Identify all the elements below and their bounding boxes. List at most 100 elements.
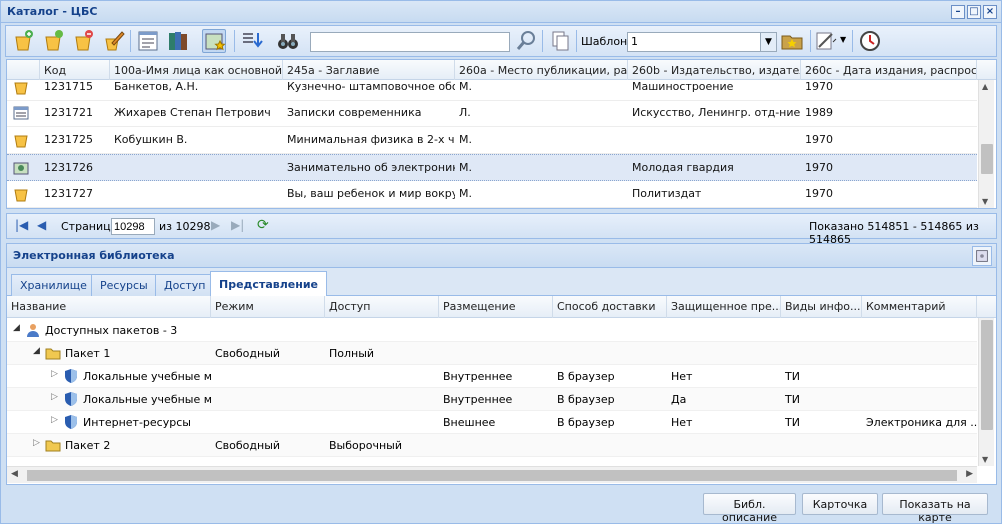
table-row-selected[interactable]: 1231726 Занимательно об электронике М. М… bbox=[7, 154, 977, 181]
ebook-button[interactable] bbox=[202, 29, 226, 53]
cup-copy-icon bbox=[45, 30, 63, 51]
close-button[interactable]: × bbox=[983, 5, 997, 19]
ebook-vertical-scrollbar[interactable]: ▼ bbox=[978, 318, 994, 466]
copy-button[interactable] bbox=[548, 29, 572, 53]
scrollbar-thumb[interactable] bbox=[27, 470, 957, 481]
scroll-up-icon[interactable]: ▲ bbox=[982, 82, 988, 91]
expanded-arrow-icon[interactable]: ◢ bbox=[13, 323, 20, 333]
tree-row-package[interactable]: ◢ Пакет 1 Свободный Полный bbox=[7, 342, 977, 365]
binoculars-icon bbox=[278, 34, 298, 49]
magnifier-icon bbox=[516, 31, 535, 50]
export-button[interactable] bbox=[240, 29, 264, 53]
cell-title: Занимательно об электронике bbox=[287, 161, 455, 174]
card-button[interactable]: Карточка bbox=[802, 493, 878, 515]
column-header-comment[interactable]: Комментарий bbox=[862, 296, 977, 318]
tab-storage[interactable]: Хранилище bbox=[11, 274, 96, 296]
search-button[interactable] bbox=[514, 29, 538, 53]
expanded-arrow-icon[interactable]: ◢ bbox=[33, 346, 40, 356]
scrollbar-thumb[interactable] bbox=[981, 144, 993, 174]
template-save-button[interactable] bbox=[780, 29, 804, 53]
tree-cell-name: Локальные учебные мате bbox=[83, 393, 211, 406]
show-on-map-button[interactable]: Показать на карте bbox=[882, 493, 988, 524]
column-header-placement[interactable]: Размещение bbox=[439, 296, 553, 318]
template-select[interactable]: 1 ▼ bbox=[627, 32, 777, 52]
record-list-button[interactable] bbox=[136, 29, 160, 53]
collapsed-arrow-icon[interactable]: ▷ bbox=[33, 438, 40, 448]
collapsed-arrow-icon[interactable]: ▷ bbox=[51, 369, 58, 379]
ebook-star-icon bbox=[205, 33, 226, 51]
cell-code: 1231727 bbox=[44, 187, 93, 200]
cup-icon bbox=[14, 135, 28, 148]
refresh-icon[interactable]: ⟳ bbox=[257, 217, 269, 233]
tree-cell-name: Интернет-ресурсы bbox=[83, 416, 191, 429]
tree-row-resource[interactable]: ▷ Локальные учебные мате Внутреннее В бр… bbox=[7, 365, 977, 388]
column-header-name[interactable]: Название bbox=[7, 296, 211, 318]
copy-record-button[interactable] bbox=[42, 29, 66, 53]
download-list-icon bbox=[243, 33, 263, 48]
tree-cell-info-kinds: ТИ bbox=[785, 370, 800, 383]
column-header-delivery[interactable]: Способ доставки bbox=[553, 296, 667, 318]
tools-dropdown-arrow-icon[interactable]: ▼ bbox=[840, 35, 846, 44]
scroll-down-icon[interactable]: ▼ bbox=[982, 455, 988, 464]
cell-author: Кобушкин В. bbox=[114, 133, 188, 146]
search-input[interactable] bbox=[310, 32, 510, 52]
next-page-icon[interactable]: ▶ bbox=[211, 218, 220, 232]
scrollbar-thumb[interactable] bbox=[981, 320, 993, 430]
table-row[interactable]: 1231715 Банкетов, А.Н. Кузнечно- штампов… bbox=[7, 74, 977, 101]
cell-code: 1231715 bbox=[44, 80, 93, 93]
cell-title: Кузнечно- штамповочное обо... bbox=[287, 80, 455, 93]
catalog-vertical-scrollbar[interactable]: ▲ ▼ bbox=[978, 80, 994, 208]
chevron-down-icon[interactable]: ▼ bbox=[760, 33, 776, 51]
tree-row-root[interactable]: ◢ Доступных пакетов - 3 bbox=[7, 319, 977, 342]
edit-record-button[interactable] bbox=[102, 29, 126, 53]
tools-menu-button[interactable] bbox=[814, 29, 838, 53]
add-record-button[interactable] bbox=[12, 29, 36, 53]
scroll-down-icon[interactable]: ▼ bbox=[982, 197, 988, 206]
table-row[interactable]: 1231725 Кобушкин В. Минимальная физика в… bbox=[7, 127, 977, 154]
panel-settings-button[interactable] bbox=[972, 246, 992, 266]
tree-cell-mode: Свободный bbox=[215, 347, 281, 360]
tree-row-resource[interactable]: ▷ Интернет-ресурсы Внешнее В браузер Нет… bbox=[7, 411, 977, 434]
cell-publisher bbox=[628, 127, 801, 154]
table-row[interactable]: 1231721 Жихарев Степан Петрович Записки … bbox=[7, 100, 977, 127]
tree-cell-info-kinds: ТИ bbox=[785, 416, 800, 429]
ebook-horizontal-scrollbar[interactable]: ◀ ▶ bbox=[7, 466, 977, 483]
tree-cell-protected: Нет bbox=[671, 370, 693, 383]
tree-cell-comment: Электроника для ... bbox=[866, 416, 977, 429]
tab-access[interactable]: Доступ bbox=[155, 274, 215, 296]
shield-icon bbox=[65, 392, 77, 406]
tree-row-package[interactable]: ▷ Пакет 2 Свободный Выборочный bbox=[7, 434, 977, 457]
document-tools-icon bbox=[816, 32, 837, 50]
prev-page-icon[interactable]: ◀ bbox=[37, 218, 46, 232]
first-page-icon[interactable]: |◀ bbox=[15, 218, 28, 232]
list-icon bbox=[138, 31, 158, 51]
column-header-info-kinds[interactable]: Виды инфо... bbox=[781, 296, 862, 318]
column-header-access[interactable]: Доступ bbox=[325, 296, 439, 318]
column-header-protected[interactable]: Защищенное пре... bbox=[667, 296, 781, 318]
tree-cell-delivery: В браузер bbox=[557, 393, 615, 406]
collapsed-arrow-icon[interactable]: ▷ bbox=[51, 392, 58, 402]
history-button[interactable] bbox=[858, 29, 882, 53]
column-header-mode[interactable]: Режим bbox=[211, 296, 325, 318]
tab-presentation[interactable]: Представление bbox=[210, 271, 327, 297]
delete-record-button[interactable] bbox=[72, 29, 96, 53]
page-input[interactable] bbox=[111, 218, 155, 235]
collapsed-arrow-icon[interactable]: ▷ bbox=[51, 415, 58, 425]
table-row[interactable]: 1231727 Вы, ваш ребенок и мир вокруг М. … bbox=[7, 181, 977, 208]
last-page-icon[interactable]: ▶| bbox=[231, 218, 244, 232]
books-button[interactable] bbox=[166, 29, 190, 53]
tree-cell-delivery: В браузер bbox=[557, 416, 615, 429]
find-button[interactable] bbox=[276, 29, 300, 53]
tree-row-resource[interactable]: ▷ Локальные учебные мате Внутреннее В бр… bbox=[7, 388, 977, 411]
scroll-left-icon[interactable]: ◀ bbox=[11, 469, 18, 479]
scroll-right-icon[interactable]: ▶ bbox=[966, 469, 973, 479]
bibl-description-button[interactable]: Библ. описание bbox=[703, 493, 796, 524]
cell-place: Л. bbox=[459, 106, 471, 119]
cell-code: 1231725 bbox=[44, 133, 93, 146]
cell-place: М. bbox=[459, 80, 472, 93]
cell-author bbox=[110, 155, 283, 182]
maximize-button[interactable]: □ bbox=[967, 5, 981, 19]
minimize-button[interactable]: – bbox=[951, 5, 965, 19]
tab-resources[interactable]: Ресурсы bbox=[91, 274, 157, 296]
list-icon bbox=[13, 106, 29, 120]
